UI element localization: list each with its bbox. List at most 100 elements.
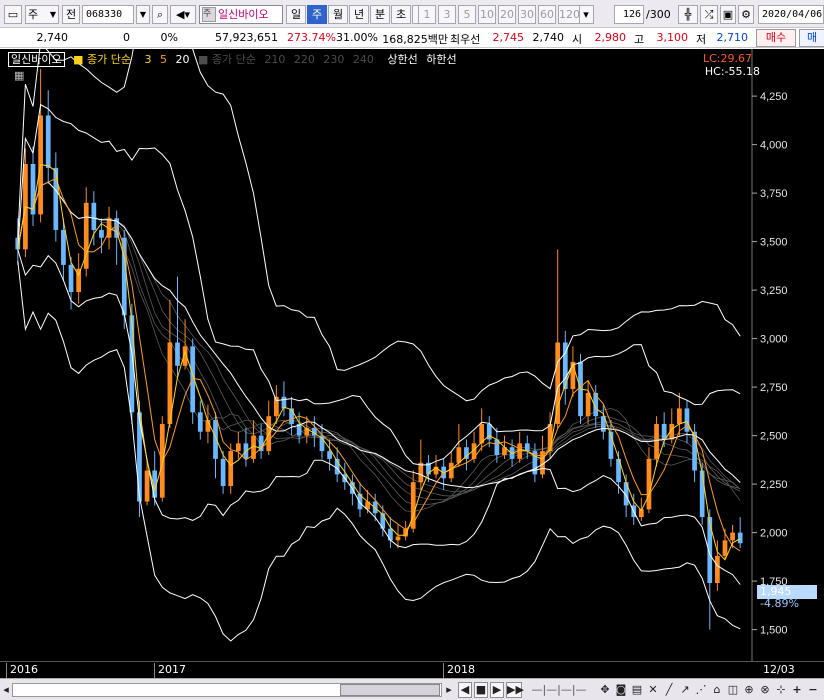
candle-body	[197, 412, 203, 432]
legend-upper-limit[interactable]: 상한선	[387, 53, 417, 66]
text-icon[interactable]: ⌂	[710, 682, 724, 698]
candle-body	[213, 420, 218, 459]
scroll-thumb[interactable]	[340, 684, 440, 696]
quote-bar: 2,740 0 0% 57,923,651 273.74% 31.00% 168…	[0, 28, 824, 48]
volume: 57,923,651	[215, 31, 278, 44]
candle-body	[524, 443, 530, 452]
prefix-label[interactable]: 전	[62, 5, 80, 24]
period-tab[interactable]: 년	[349, 5, 369, 24]
line-icon[interactable]: ╱	[662, 682, 676, 698]
candle-body	[228, 451, 234, 487]
interval-tab[interactable]: 1	[418, 5, 436, 24]
best-bid: 2,740	[532, 31, 565, 44]
candle-body	[235, 443, 241, 452]
camera-icon[interactable]: ◙	[614, 682, 628, 698]
buy-button[interactable]: 매수	[756, 29, 796, 47]
period-tab[interactable]: 초	[391, 5, 411, 24]
crosshair-icon[interactable]: ⊹	[774, 682, 788, 698]
legend-lower-limit[interactable]: 하한선	[426, 53, 456, 66]
candle-body	[410, 482, 416, 529]
candle-body	[175, 342, 180, 366]
save-icon[interactable]: ▣	[720, 5, 736, 24]
legend-stock-name[interactable]: 일신바이오	[8, 52, 65, 67]
sell-button[interactable]: 매	[799, 29, 824, 47]
settings-icon[interactable]: ⚙	[738, 5, 754, 24]
period-tab[interactable]: 분	[370, 5, 390, 24]
market-select[interactable]: 주 ▼	[25, 5, 59, 24]
period-tab[interactable]: 일	[286, 5, 306, 24]
interval-tab[interactable]: 5	[458, 5, 476, 24]
ma20-line	[17, 181, 741, 489]
lower-limit-line	[17, 260, 741, 642]
legend-ma-label[interactable]: ■ 종가 단순	[73, 53, 136, 66]
chart-style-icon[interactable]: ╬	[678, 5, 698, 24]
scroll-right-icon[interactable]: ▸	[443, 682, 455, 698]
zoom-out-button[interactable]: −	[806, 682, 820, 698]
interval-tab[interactable]: 120	[558, 5, 580, 24]
magnet-icon[interactable]: ⊕	[742, 682, 756, 698]
legend-ma20[interactable]: 20	[175, 53, 189, 66]
y-tick-label: 4,250	[760, 91, 788, 103]
stock-code-input[interactable]: 068330	[82, 5, 134, 24]
scroll-left-icon[interactable]: ◂	[0, 682, 12, 698]
hc-label: HC:-55.18	[704, 65, 760, 78]
price-chart[interactable]: 1,500 1,750 2,000 2,250 2,500 2,750 3,000 3,250…	[0, 0, 824, 661]
interval-tab[interactable]: 10	[478, 5, 496, 24]
candle-body	[585, 392, 591, 417]
open-label: 시	[572, 33, 583, 46]
play-back-button[interactable]: ◀	[458, 682, 472, 698]
best-ask: 2,745	[492, 31, 525, 44]
chevron-down-icon: ▼	[49, 10, 56, 19]
zoom-slider-icon[interactable]: —|—|—|—	[524, 682, 594, 698]
interval-tab[interactable]: 60	[538, 5, 556, 24]
turnover-rate: 31.00%	[336, 31, 378, 44]
y-tick-label: 3,000	[760, 334, 788, 346]
search-icon[interactable]: ⌕	[152, 5, 168, 24]
y-tick-label: 2,750	[760, 382, 788, 394]
stock-name-field[interactable]: 주 일신바이오	[199, 5, 283, 24]
legend-ma3[interactable]: 3	[144, 53, 151, 66]
zoom-in-button[interactable]: +	[790, 682, 804, 698]
legend-long-ma-label[interactable]: ■ 종가 단순 210 220 230 240	[198, 53, 379, 66]
y-tick-label: 2,250	[760, 479, 788, 491]
interval-tab[interactable]: 3	[438, 5, 456, 24]
high-label: 고	[634, 33, 645, 46]
period-tab[interactable]: 주	[307, 5, 327, 24]
candle-body	[137, 412, 142, 502]
cursor-icon[interactable]: ✥	[598, 682, 612, 698]
y-tick-label: 2,500	[760, 431, 788, 443]
stock-name: 일신바이오	[218, 8, 269, 21]
window-menu-icon[interactable]: ▭	[4, 5, 22, 24]
fast-forward-button[interactable]: ▶▶	[506, 682, 524, 698]
fib-icon[interactable]: ⋰	[694, 682, 708, 698]
grid-icon[interactable]: ▦	[14, 69, 24, 82]
scrollbar[interactable]	[12, 683, 442, 697]
candle-body	[699, 470, 705, 518]
interval-dropdown-icon[interactable]: ▾	[578, 5, 594, 24]
count-input[interactable]: 126	[614, 5, 644, 24]
candle-body	[99, 229, 104, 238]
interval-tab[interactable]: 30	[518, 5, 536, 24]
print-icon[interactable]: ▤	[630, 682, 644, 698]
volume-ratio: 273.74%	[287, 31, 336, 44]
date-label-2018: 2018	[443, 663, 475, 678]
high-price: 3,100	[656, 31, 689, 44]
chart-legend: 일신바이오 ■ 종가 단순 3 5 20 ■ 종가 단순 210 220 230…	[8, 51, 462, 67]
transfer-icon[interactable]: ⤮	[700, 5, 718, 24]
count-max: /300	[646, 8, 671, 21]
cross-icon[interactable]: ✕	[646, 682, 660, 698]
candle-body	[646, 458, 652, 510]
current-price: 2,740	[36, 31, 69, 44]
period-tab[interactable]: 월	[328, 5, 348, 24]
play-button[interactable]: ▶	[490, 682, 504, 698]
reset-icon[interactable]: ⊗	[758, 682, 772, 698]
upper-limit-line	[17, 0, 741, 402]
legend-ma5[interactable]: 5	[160, 53, 167, 66]
speaker-icon[interactable]: ◀▾	[170, 5, 196, 24]
code-dropdown-icon[interactable]: ▼	[136, 5, 150, 24]
date-input[interactable]: 2020/04/06	[758, 5, 824, 24]
interval-tab[interactable]: 20	[498, 5, 516, 24]
eraser-icon[interactable]: ◫	[726, 682, 740, 698]
stop-button[interactable]: ■	[474, 682, 488, 698]
trend-icon[interactable]: ↗	[678, 682, 692, 698]
